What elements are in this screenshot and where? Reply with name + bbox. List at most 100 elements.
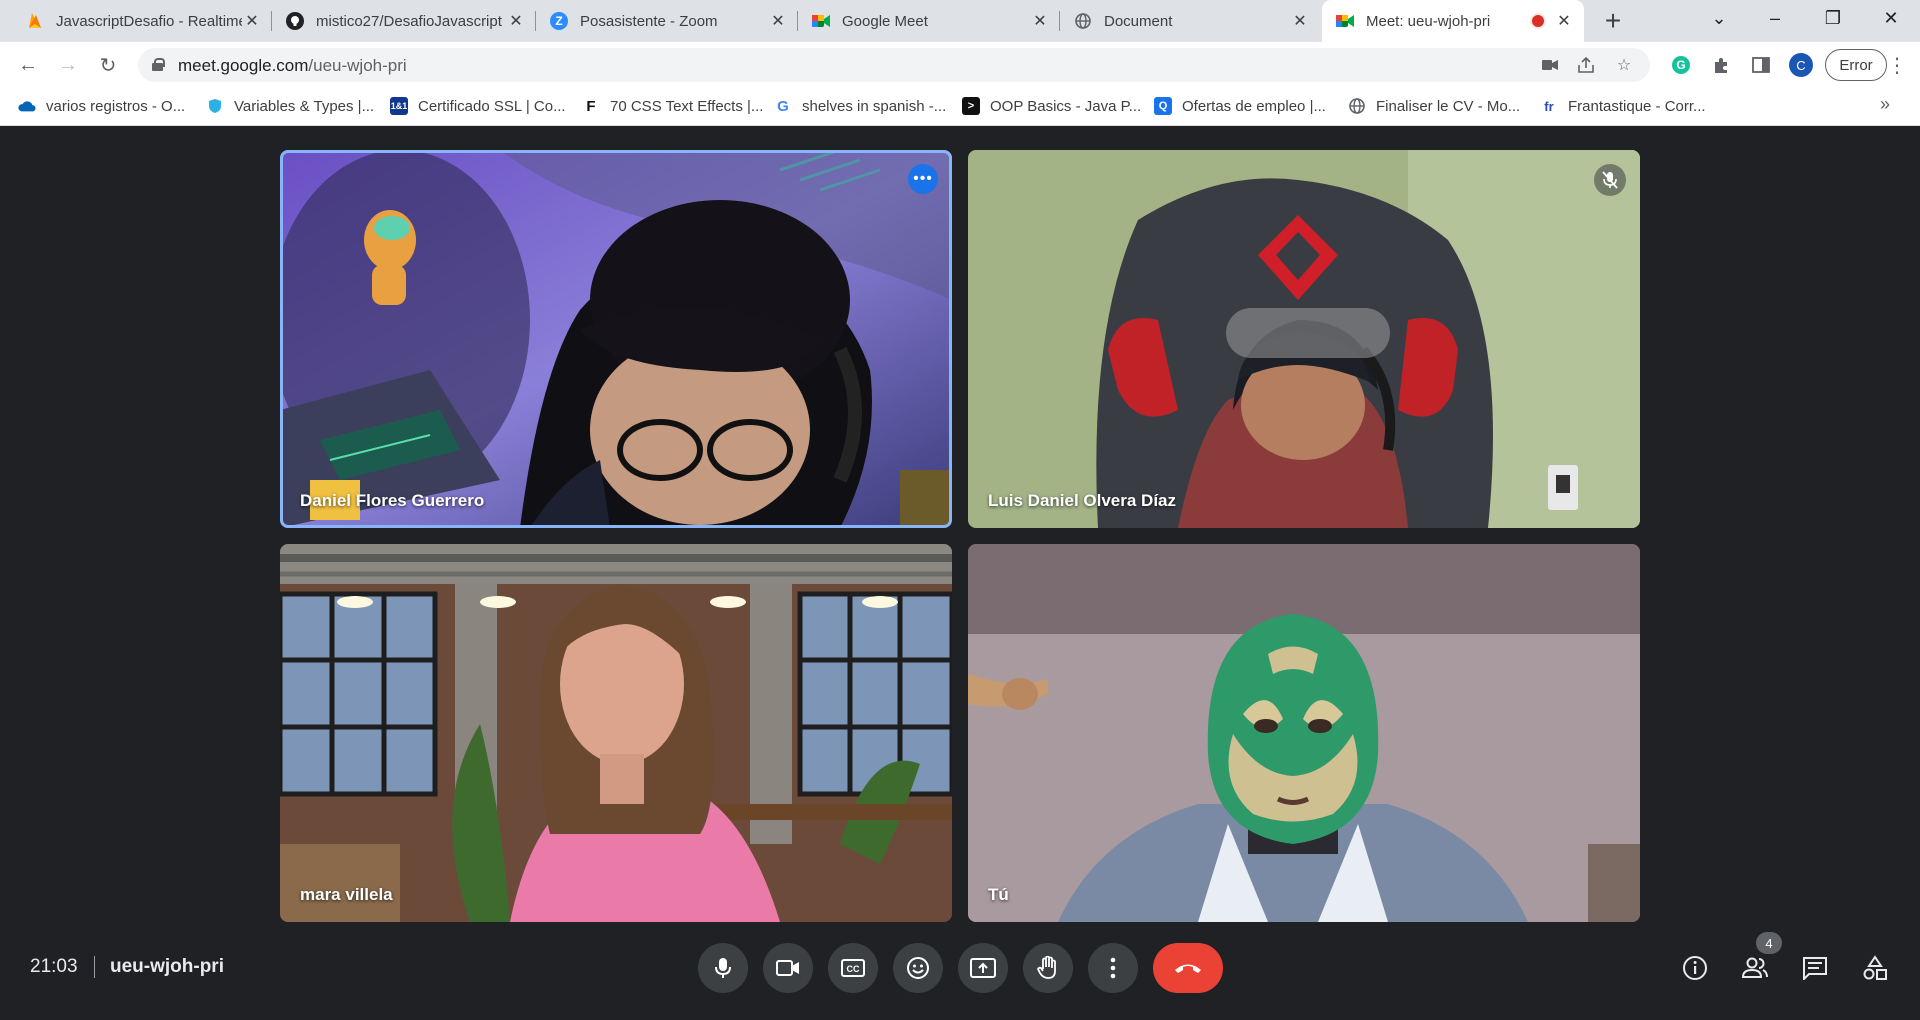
meeting-code[interactable]: ueu-wjoh-pri: [110, 956, 224, 978]
chat-icon: [1803, 957, 1827, 980]
back-arrow-icon[interactable]: ←: [12, 49, 44, 81]
participant-tile[interactable]: mara villela: [280, 544, 952, 922]
tab-close-icon[interactable]: ✕: [1030, 11, 1050, 31]
meeting-details-button[interactable]: [1673, 946, 1717, 990]
bookmarks-bar: varios registros - O... Variables & Type…: [0, 88, 1920, 126]
chat-button[interactable]: [1793, 946, 1837, 990]
microphone-button[interactable]: [698, 943, 748, 993]
url-text[interactable]: meet.google.com/ueu-wjoh-pri: [178, 56, 407, 76]
address-bar[interactable]: meet.google.com/ueu-wjoh-pri ☆: [138, 48, 1650, 82]
browser-menu-icon[interactable]: ⋮: [1882, 50, 1912, 80]
reactions-button[interactable]: [893, 943, 943, 993]
more-options-icon[interactable]: •••: [908, 164, 938, 194]
self-video: [968, 544, 1640, 922]
tab-close-icon[interactable]: ✕: [1290, 11, 1310, 31]
camera-in-use-icon[interactable]: [1538, 54, 1562, 76]
tab-close-icon[interactable]: ✕: [768, 11, 788, 31]
close-window-button[interactable]: ✕: [1868, 0, 1914, 36]
f-icon: F: [582, 97, 600, 115]
camera-button[interactable]: [763, 943, 813, 993]
share-icon[interactable]: [1574, 54, 1598, 76]
github-icon: [286, 12, 304, 30]
recording-indicator-icon: [1532, 15, 1544, 27]
ionos-icon: 1&1: [390, 97, 408, 115]
tab-title: Document: [1104, 12, 1173, 30]
self-view-tile[interactable]: Tú: [968, 544, 1640, 922]
bookmark-item[interactable]: fr Frantastique - Corr...: [1540, 88, 1706, 124]
participant-name: Luis Daniel Olvera Díaz: [988, 491, 1177, 510]
browser-tab-github[interactable]: mistico27/DesafioJavascript ✕: [272, 0, 536, 42]
tab-title: mistico27/DesafioJavascript: [316, 12, 502, 30]
lock-icon[interactable]: [152, 58, 165, 71]
bookmark-label: Ofertas de empleo |...: [1182, 97, 1326, 115]
bookmark-item[interactable]: F 70 CSS Text Effects |...: [582, 88, 763, 124]
captions-button[interactable]: CC: [828, 943, 878, 993]
meet-icon: [812, 12, 830, 30]
bookmark-star-icon[interactable]: ☆: [1612, 54, 1636, 76]
meeting-clock: 21:03: [30, 956, 78, 977]
browser-tab-meet-active[interactable]: Meet: ueu-wjoh-pri ✕: [1322, 0, 1584, 42]
emoji-icon: [907, 957, 929, 979]
people-icon: [1741, 957, 1768, 978]
browser-tab-strip: JavascriptDesafio - Realtime ✕ mistico27…: [0, 0, 1920, 42]
reload-icon[interactable]: ↻: [92, 49, 124, 81]
present-screen-button[interactable]: [958, 943, 1008, 993]
restore-window-button[interactable]: ❐: [1810, 0, 1856, 36]
participant-name: Tú: [988, 885, 1009, 904]
profile-avatar[interactable]: C: [1789, 53, 1813, 77]
svg-text:CC: CC: [847, 964, 860, 974]
tab-close-icon[interactable]: ✕: [242, 11, 262, 31]
bookmark-label: shelves in spanish -...: [802, 97, 947, 115]
more-bookmarks-icon[interactable]: »: [1880, 94, 1890, 115]
browser-tab-document[interactable]: Document ✕: [1060, 0, 1320, 42]
tab-title: Posasistente - Zoom: [580, 12, 718, 30]
activities-button[interactable]: [1853, 946, 1897, 990]
bookmark-item[interactable]: varios registros - O...: [18, 88, 185, 124]
minimize-window-button[interactable]: –: [1752, 0, 1798, 36]
activities-shapes-icon: [1863, 955, 1887, 980]
muted-mic-icon: [1594, 164, 1626, 196]
bookmark-label: Variables & Types |...: [234, 97, 375, 115]
url-host: meet.google.com: [178, 56, 309, 75]
meet-stage: ••• Daniel Flores Guerrero Luis Daniel O…: [0, 127, 1920, 1020]
browser-tab-google-meet[interactable]: Google Meet ✕: [798, 0, 1060, 42]
tab-close-icon[interactable]: ✕: [1554, 11, 1574, 31]
tab-search-chevron-icon[interactable]: ⌄: [1696, 0, 1742, 36]
closed-captions-icon: CC: [841, 959, 865, 977]
bookmark-label: Frantastique - Corr...: [1568, 97, 1706, 115]
forward-arrow-icon[interactable]: →: [52, 49, 84, 81]
shield-icon: [206, 97, 224, 115]
info-icon: [1683, 956, 1707, 980]
onedrive-icon: [18, 97, 36, 115]
svg-text:G: G: [1676, 58, 1685, 72]
grammarly-icon[interactable]: G: [1668, 52, 1694, 78]
raise-hand-icon: [1037, 956, 1056, 979]
tab-title: JavascriptDesafio - Realtime: [56, 12, 242, 30]
microphone-icon: [715, 958, 731, 978]
bookmark-item[interactable]: G shelves in spanish -...: [774, 88, 946, 124]
tab-close-icon[interactable]: ✕: [506, 11, 526, 31]
bookmark-item[interactable]: Q Ofertas de empleo |...: [1154, 88, 1326, 124]
browser-tab-firebase[interactable]: JavascriptDesafio - Realtime ✕: [12, 0, 272, 42]
new-tab-button[interactable]: +: [1598, 5, 1628, 36]
globe-icon: [1074, 12, 1092, 30]
more-options-button[interactable]: [1088, 943, 1138, 993]
side-panel-icon[interactable]: [1748, 52, 1774, 78]
bookmark-item[interactable]: Finaliser le CV - Mo...: [1348, 88, 1520, 124]
browser-tab-zoom[interactable]: Z Posasistente - Zoom ✕: [536, 0, 798, 42]
leave-call-button[interactable]: [1153, 943, 1223, 993]
bookmark-label: OOP Basics - Java P...: [990, 97, 1142, 115]
bookmark-item[interactable]: Variables & Types |...: [206, 88, 374, 124]
globe-icon: [1348, 97, 1366, 115]
participant-name: Daniel Flores Guerrero: [300, 491, 485, 510]
tab-title: Meet: ueu-wjoh-pri: [1366, 12, 1491, 30]
bookmark-item[interactable]: > OOP Basics - Java P...: [962, 88, 1141, 124]
meet-icon: [1336, 12, 1354, 30]
profile-error-button[interactable]: Error: [1825, 49, 1887, 81]
bookmark-item[interactable]: 1&1 Certificado SSL | Co...: [390, 88, 566, 124]
participant-tile[interactable]: ••• Daniel Flores Guerrero: [280, 150, 952, 528]
raise-hand-button[interactable]: [1023, 943, 1073, 993]
participant-tile[interactable]: Luis Daniel Olvera Díaz: [968, 150, 1640, 528]
videocam-icon: [776, 960, 799, 976]
extensions-puzzle-icon[interactable]: [1708, 52, 1734, 78]
